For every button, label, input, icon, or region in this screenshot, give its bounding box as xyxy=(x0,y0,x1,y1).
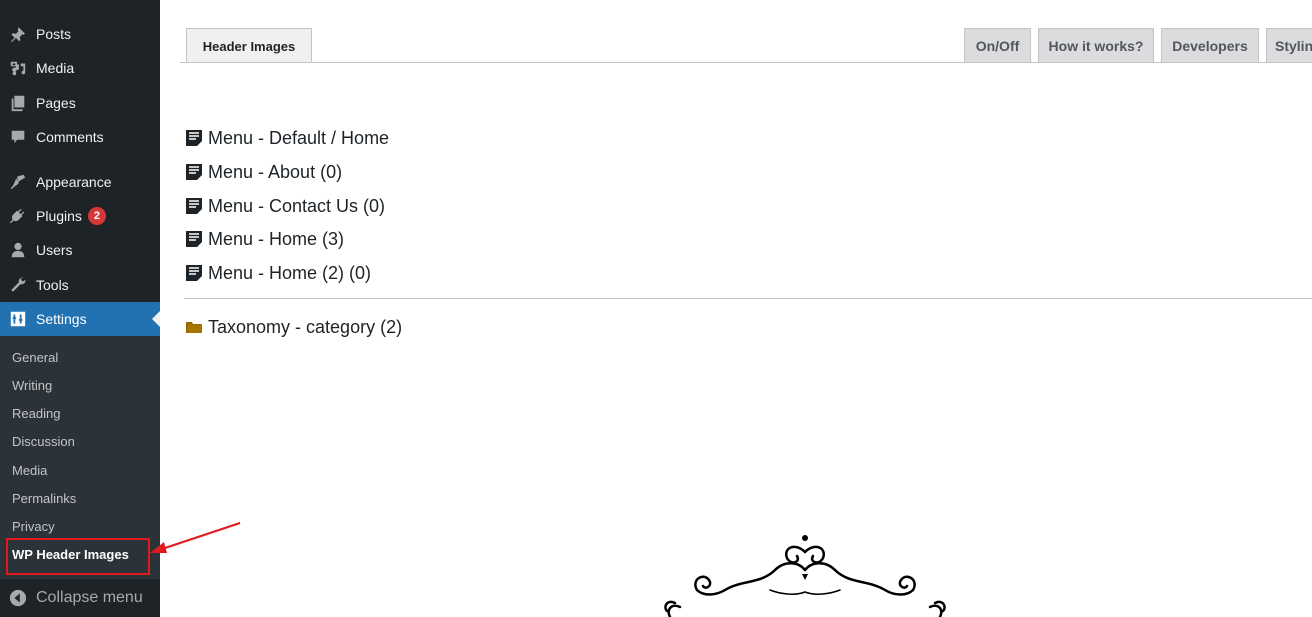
folder-icon xyxy=(185,318,203,336)
sidebar-item-label: Media xyxy=(36,60,75,76)
media-icon xyxy=(8,58,28,78)
menu-item-contact-us[interactable]: Menu - Contact Us (0) xyxy=(185,192,385,220)
collapse-icon xyxy=(9,589,27,607)
menu-item-home-2[interactable]: Menu - Home (2) (0) xyxy=(185,259,371,287)
pin-icon xyxy=(8,24,28,44)
plugin-icon xyxy=(8,206,28,226)
sidebar-item-label: Posts xyxy=(36,26,72,42)
user-icon xyxy=(8,240,28,260)
collapse-menu-label: Collapse menu xyxy=(36,589,143,606)
sidebar-item-comments[interactable]: Comments xyxy=(0,120,160,154)
sidebar-item-label: Users xyxy=(36,242,73,258)
main-content: Header Images On/Off How it works? Devel… xyxy=(160,0,1312,617)
tab-how-it-works[interactable]: How it works? xyxy=(1038,28,1154,63)
wrench-icon xyxy=(8,275,28,295)
sidebar-item-label: Appearance xyxy=(36,174,112,190)
taxonomy-item-category[interactable]: Taxonomy - category (2) xyxy=(185,313,402,341)
menu-item-label: Menu - About (0) xyxy=(208,161,343,182)
sidebar-item-appearance[interactable]: Appearance xyxy=(0,165,160,199)
menu-item-label: Menu - Home (2) (0) xyxy=(208,262,372,283)
settings-icon xyxy=(8,309,28,329)
tab-on-off[interactable]: On/Off xyxy=(964,28,1031,63)
document-icon xyxy=(185,230,203,248)
submenu-item-privacy[interactable]: Privacy xyxy=(12,519,55,534)
menu-item-label: Menu - Default / Home xyxy=(208,127,390,148)
paintbrush-icon xyxy=(8,172,28,192)
header-image-ornament xyxy=(664,535,946,617)
tab-bar-border xyxy=(180,62,1312,63)
menu-item-default-home[interactable]: Menu - Default / Home xyxy=(185,124,389,152)
document-icon xyxy=(185,163,203,181)
annotation-highlight-box xyxy=(6,538,150,575)
sidebar-item-label: Tools xyxy=(36,277,69,293)
submenu-item-discussion[interactable]: Discussion xyxy=(12,434,75,449)
submenu-item-reading[interactable]: Reading xyxy=(12,406,60,421)
menu-item-label: Menu - Home (3) xyxy=(208,228,345,249)
section-divider xyxy=(184,298,1312,299)
tab-developers[interactable]: Developers xyxy=(1161,28,1259,63)
plugin-update-badge: 2 xyxy=(87,207,106,225)
menu-item-home[interactable]: Menu - Home (3) xyxy=(185,225,344,253)
sidebar-item-media[interactable]: Media xyxy=(0,51,160,85)
admin-sidebar: Posts Media Pages Comments Appearance Pl… xyxy=(0,0,160,617)
submenu-item-writing[interactable]: Writing xyxy=(12,378,52,393)
menu-item-about[interactable]: Menu - About (0) xyxy=(185,158,342,186)
pages-icon xyxy=(8,93,28,113)
sidebar-item-users[interactable]: Users xyxy=(0,233,160,267)
document-icon xyxy=(185,264,203,282)
sidebar-item-label: Pages xyxy=(36,95,76,111)
submenu-item-permalinks[interactable]: Permalinks xyxy=(12,491,76,506)
document-icon xyxy=(185,129,203,147)
collapse-menu-button[interactable]: Collapse menu xyxy=(0,579,160,617)
sidebar-item-label: Plugins xyxy=(36,208,82,224)
submenu-item-general[interactable]: General xyxy=(12,350,58,365)
sidebar-item-posts[interactable]: Posts xyxy=(0,17,160,51)
sidebar-item-tools[interactable]: Tools xyxy=(0,268,160,302)
sidebar-item-settings[interactable]: Settings xyxy=(0,302,160,336)
comment-icon xyxy=(8,127,28,147)
sidebar-item-plugins[interactable]: Plugins 2 xyxy=(0,199,160,233)
submenu-item-media[interactable]: Media xyxy=(12,463,47,478)
tab-header-images[interactable]: Header Images xyxy=(186,28,312,63)
sidebar-item-pages[interactable]: Pages xyxy=(0,86,160,120)
active-indicator xyxy=(152,311,160,327)
sidebar-item-label: Comments xyxy=(36,129,104,145)
document-icon xyxy=(185,197,203,215)
sidebar-item-label: Settings xyxy=(36,311,87,327)
tab-styling[interactable]: Styling xyxy=(1266,28,1312,63)
taxonomy-item-label: Taxonomy - category (2) xyxy=(208,316,403,337)
menu-item-label: Menu - Contact Us (0) xyxy=(208,195,386,216)
